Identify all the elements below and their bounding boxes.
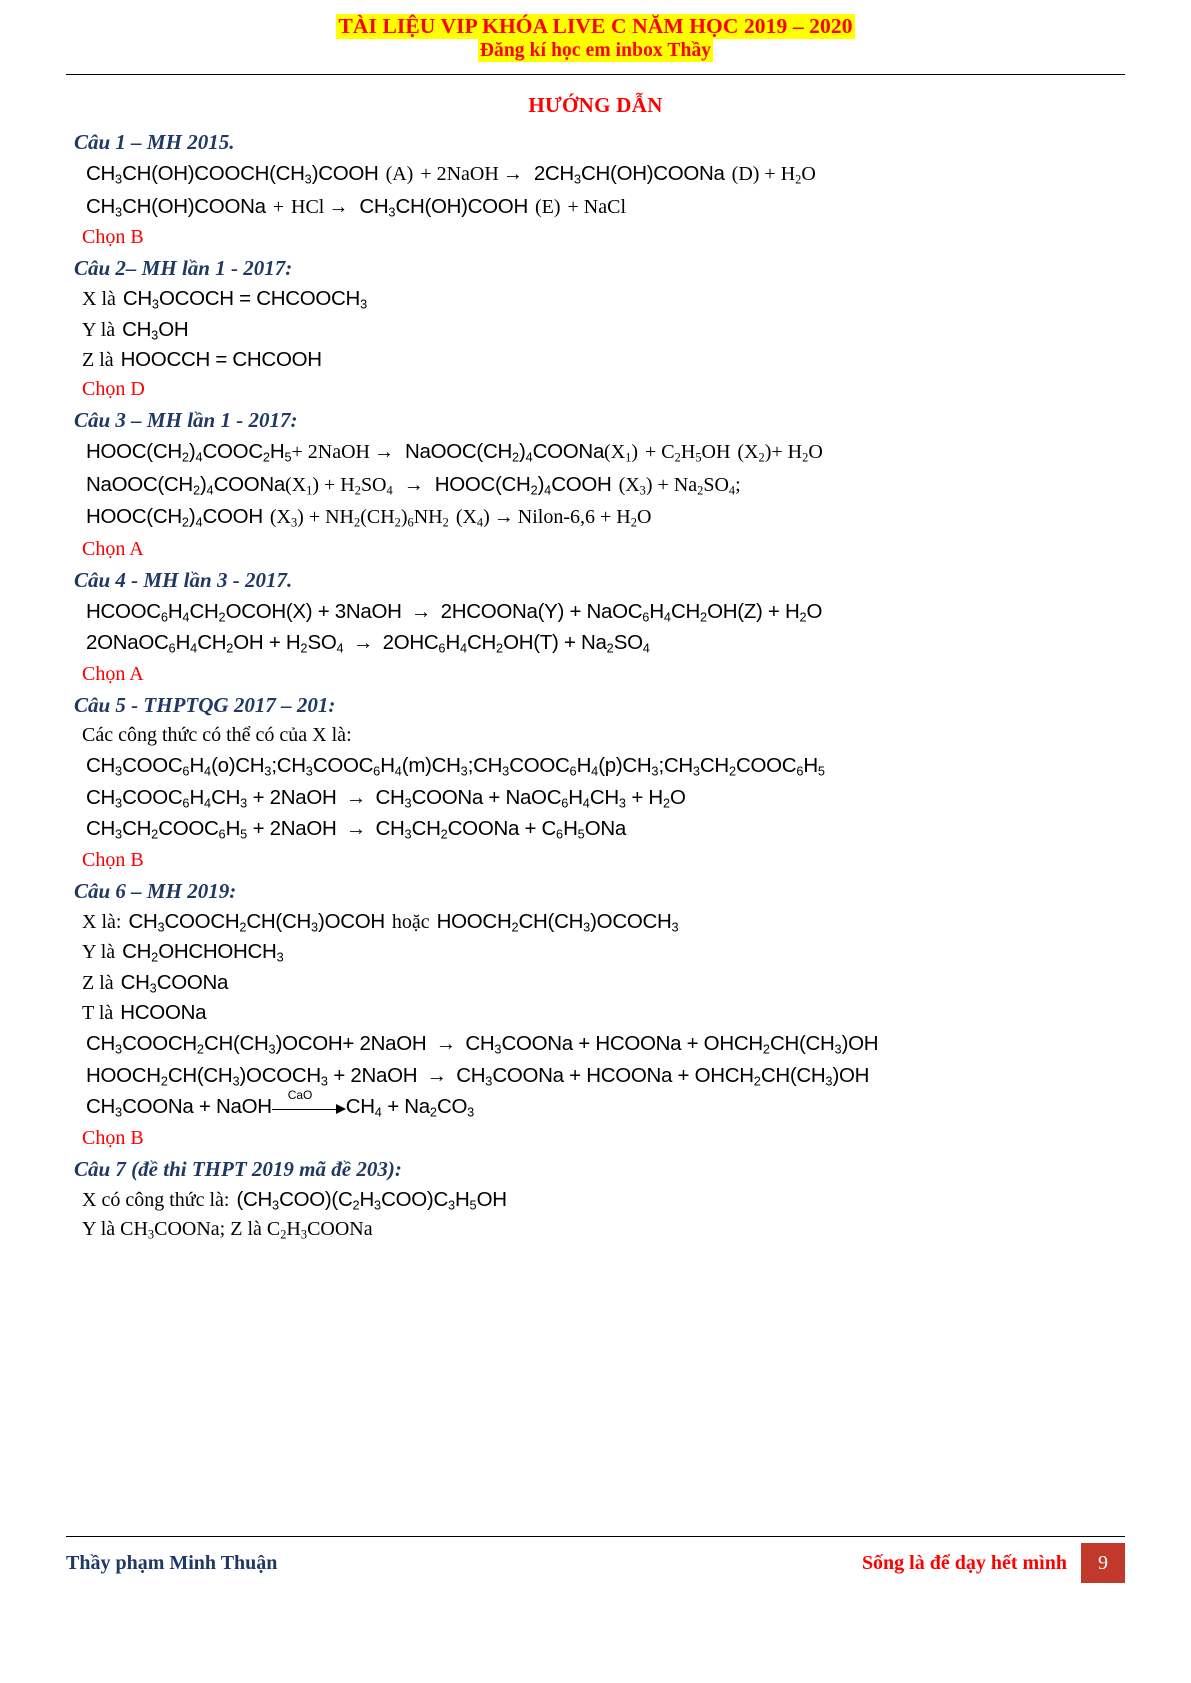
answer-q6: Chọn B (82, 1126, 144, 1149)
document-page: TÀI LIỆU VIP KHÓA LIVE C NĂM HỌC 2019 – … (0, 0, 1191, 1683)
equation-q5-2: CH3CH2COOC6H5 + 2NaOH → CH3CH2COONa + C6… (86, 817, 626, 842)
equation-q6-t: T là HCOONa (82, 1001, 207, 1025)
label-t-6: T là (82, 1002, 114, 1025)
catalyst-label: CaO (287, 1088, 313, 1103)
page-number-badge: 9 (1081, 1543, 1125, 1583)
equation-q4-2: 2ONaOC6H4CH2OH + H2SO4 → 2OHC6H4CH2OH(T)… (86, 631, 650, 656)
page-footer: Thầy phạm Minh Thuận Sống là để dạy hết … (66, 1536, 1125, 1583)
intro-q7-x: X có công thức là: (82, 1188, 230, 1211)
label-z-6: Z là (82, 971, 114, 994)
equation-q7-x: X có công thức là: (CH3COO)(C2H3COO)C3H5O… (82, 1187, 507, 1213)
equation-q3-2: NaOOC(CH2)4COONa(X1) + H2SO4 → HOOC(CH2)4C… (86, 472, 741, 498)
label-y-6: Y là (82, 941, 116, 964)
label-y-2: Y là (82, 318, 116, 341)
equation-q3-3: HOOC(CH2)4COOH (X3) + NH2(CH2)6NH2 (X4) → Ni… (86, 505, 652, 530)
equation-q6-x: X là: CH3COOCH2CH(CH3)OCOH hoặc HOOCH2CH(CH… (82, 909, 679, 935)
question-heading-4: Câu 4 - MH lần 3 - 2017. (74, 567, 293, 592)
equation-q6-2: HOOCH2CH(CH3)OCOCH3 + 2NaOH → CH3COONa +… (86, 1063, 870, 1089)
equation-q6-z: Z là CH3COONa (82, 970, 229, 996)
answer-q3: Chọn A (82, 537, 144, 560)
equation-q4-1: HCOOC6H4CH2OCOH(X) + 3NaOH → 2HCOONa(Y) … (86, 599, 823, 625)
header-title-line1: TÀI LIỆU VIP KHÓA LIVE C NĂM HỌC 2019 – … (336, 14, 855, 40)
question-heading-6: Câu 6 – MH 2019: (74, 878, 237, 903)
equation-q6-3: CH3COONa + NaOH CaO CH4 + Na2CO3 (86, 1088, 475, 1120)
question-heading-3: Câu 3 – MH lần 1 - 2017: (74, 408, 298, 433)
question-heading-2: Câu 2– MH lần 1 - 2017: (74, 256, 293, 281)
equation-q6-1: CH3COOCH2CH(CH3)OCOH+ 2NaOH → CH3COONa +… (86, 1032, 879, 1057)
question-heading-1: Câu 1 – MH 2015. (74, 130, 235, 155)
footer-author: Thầy phạm Minh Thuận (66, 1551, 278, 1574)
answer-q4: Chọn A (82, 662, 144, 685)
answer-q2: Chọn D (82, 378, 145, 401)
equation-q2-z: Z là HOOCCH = CHCOOH (82, 348, 322, 372)
answer-q1: Chọn B (82, 226, 144, 249)
label-z-2: Z là (82, 349, 114, 372)
footer-divider (66, 1536, 1125, 1537)
equation-q5-1: CH3COOC6H4CH3 + 2NaOH → CH3COONa + NaOC6… (86, 785, 686, 811)
intro-q5: Các công thức có thể có của X là: (82, 723, 352, 746)
question-heading-5: Câu 5 - THPTQG 2017 – 201: (74, 692, 336, 717)
equation-q5-isomers: CH3COOC6H4(o)CH3;CH3COOC6H4(m)CH3;CH3COO… (86, 753, 825, 779)
catalyst-arrow-icon: CaO (271, 1088, 346, 1119)
header-title-line2: Đăng kí học em inbox Thầy (477, 39, 714, 63)
document-body: HƯỚNG DẪN Câu 1 – MH 2015. CH3CH(OH)COOC… (66, 75, 1125, 1683)
equation-q3-1: HOOC(CH2)4COOC2H5+ 2NaOH → NaOOC(CH2)4COON… (86, 440, 823, 466)
equation-q1-2: CH3CH(OH)COONa + HCl → CH3CH(OH)COOH (E) + NaC… (86, 194, 626, 220)
label-x-6: X là: (82, 910, 122, 933)
equation-q2-y: Y là CH3OH (82, 317, 189, 343)
page-header: TÀI LIỆU VIP KHÓA LIVE C NĂM HỌC 2019 – … (66, 14, 1125, 63)
label-x-2: X là (82, 288, 116, 311)
label-hoac: hoặc (391, 910, 430, 933)
equation-q7-yz: Y là CH3COONa; Z là C2H3COONa (82, 1218, 373, 1242)
footer-slogan: Sống là để dạy hết mình (861, 1551, 1067, 1574)
equation-q1-1: CH3CH(OH)COOCH(CH3)COOH (A) + 2NaOH → 2CH3CH… (86, 162, 816, 187)
equation-q6-y: Y là CH2OHCHOHCH3 (82, 940, 284, 965)
question-heading-7: Câu 7 (đề thi THPT 2019 mã đề 203): (74, 1156, 402, 1181)
equation-q2-x: X là CH3OCOCH = CHCOOCH3 (82, 287, 368, 312)
page-title: HƯỚNG DẪN (528, 93, 663, 118)
answer-q5: Chọn B (82, 848, 144, 871)
